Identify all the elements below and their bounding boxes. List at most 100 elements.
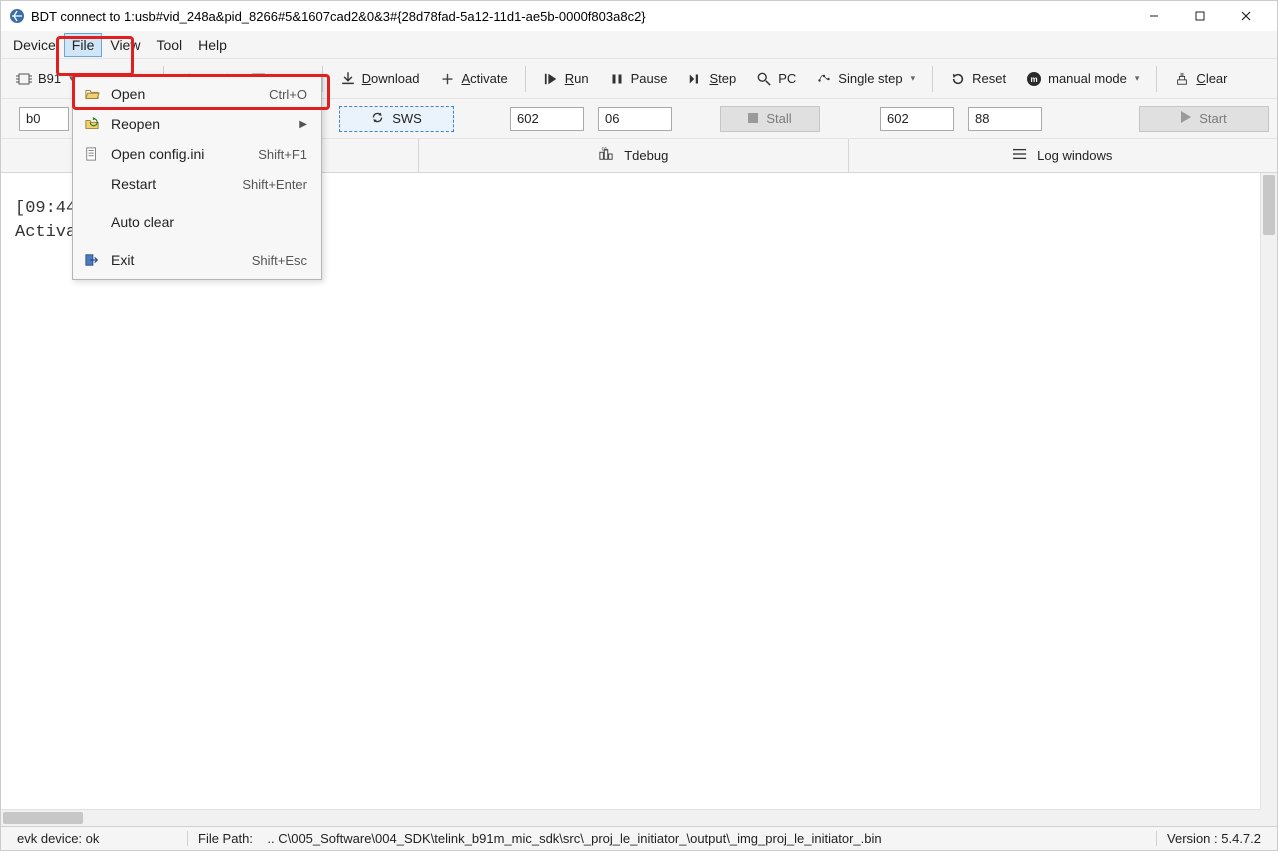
step-icon bbox=[687, 71, 703, 87]
addr1-input[interactable] bbox=[19, 107, 69, 131]
menu-file[interactable]: File bbox=[64, 33, 103, 57]
field4-input[interactable] bbox=[968, 107, 1042, 131]
open-config-label: Open config.ini bbox=[111, 146, 248, 162]
tdebug-label: Tdebug bbox=[624, 148, 668, 163]
menu-help[interactable]: Help bbox=[190, 33, 235, 57]
close-button[interactable] bbox=[1223, 1, 1269, 31]
folder-open-icon bbox=[83, 85, 101, 103]
config-icon bbox=[83, 145, 101, 163]
step-button[interactable]: Step bbox=[678, 66, 745, 92]
clear-button[interactable]: Clear bbox=[1165, 66, 1236, 92]
menu-open-config[interactable]: Open config.ini Shift+F1 bbox=[73, 139, 321, 169]
menu-open[interactable]: Open Ctrl+O bbox=[73, 79, 321, 109]
status-filepath: File Path: .. C\005_Software\004_SDK\tel… bbox=[187, 831, 1157, 846]
chevron-down-icon: ▾ bbox=[911, 73, 916, 84]
tab-log[interactable]: Log windows bbox=[849, 139, 1278, 172]
restart-accel: Shift+Enter bbox=[242, 177, 307, 192]
autoclear-label: Auto clear bbox=[111, 214, 307, 230]
stall-label: Stall bbox=[766, 111, 791, 126]
menu-tool[interactable]: Tool bbox=[148, 33, 190, 57]
pause-button[interactable]: Pause bbox=[600, 66, 677, 92]
sws-button[interactable]: SWS bbox=[339, 106, 454, 132]
titlebar: BDT connect to 1:usb#vid_248a&pid_8266#5… bbox=[1, 1, 1277, 31]
exit-label: Exit bbox=[111, 252, 242, 268]
submenu-arrow-icon: ▶ bbox=[299, 119, 307, 130]
menu-auto-clear[interactable]: Auto clear bbox=[73, 207, 321, 237]
open-config-accel: Shift+F1 bbox=[258, 147, 307, 162]
menu-exit[interactable]: Exit Shift+Esc bbox=[73, 245, 321, 275]
mode-label: manual mode bbox=[1048, 71, 1127, 86]
blank-icon bbox=[83, 175, 101, 193]
pause-label: Pause bbox=[631, 71, 668, 86]
pause-icon bbox=[609, 71, 625, 87]
blank-icon bbox=[83, 213, 101, 231]
activate-icon: ＋ bbox=[439, 71, 455, 87]
scrollbar-thumb[interactable] bbox=[3, 812, 83, 824]
step-label: Step bbox=[709, 71, 736, 86]
mode-selector[interactable]: m manual mode ▾ bbox=[1017, 66, 1148, 92]
run-button[interactable]: Run bbox=[534, 66, 598, 92]
pc-button[interactable]: PC bbox=[747, 66, 805, 92]
reset-button[interactable]: Reset bbox=[941, 66, 1015, 92]
file-menu: Open Ctrl+O Reopen ▶ Open config.ini Shi… bbox=[72, 74, 322, 280]
restart-label: Restart bbox=[111, 176, 232, 192]
reset-icon bbox=[950, 71, 966, 87]
reopen-label: Reopen bbox=[111, 116, 289, 132]
play-icon bbox=[1181, 111, 1191, 126]
list-icon bbox=[1013, 147, 1027, 164]
activate-label: Activate bbox=[461, 71, 507, 86]
pc-label: PC bbox=[778, 71, 796, 86]
menu-view[interactable]: View bbox=[102, 33, 148, 57]
maximize-button[interactable] bbox=[1177, 1, 1223, 31]
run-label: Run bbox=[565, 71, 589, 86]
refresh-icon bbox=[371, 111, 384, 127]
open-label: Open bbox=[111, 86, 259, 102]
toolbar-sep-4 bbox=[932, 66, 933, 92]
mode-icon: m bbox=[1026, 71, 1042, 87]
menu-restart[interactable]: Restart Shift+Enter bbox=[73, 169, 321, 199]
singlestep-button[interactable]: Single step ▾ bbox=[807, 66, 924, 92]
status-device: evk device: ok bbox=[7, 831, 187, 846]
log-label: Log windows bbox=[1037, 148, 1112, 163]
field2-input[interactable] bbox=[598, 107, 672, 131]
chip-icon bbox=[16, 71, 32, 87]
window-title: BDT connect to 1:usb#vid_248a&pid_8266#5… bbox=[31, 9, 1131, 24]
svg-text:m: m bbox=[1031, 75, 1038, 84]
horizontal-scrollbar[interactable] bbox=[1, 809, 1260, 826]
status-version: Version : 5.4.7.2 bbox=[1157, 831, 1271, 846]
run-icon bbox=[543, 71, 559, 87]
reset-label: Reset bbox=[972, 71, 1006, 86]
clear-label: Clear bbox=[1196, 71, 1227, 86]
svg-text:01: 01 bbox=[602, 147, 608, 153]
menu-reopen[interactable]: Reopen ▶ bbox=[73, 109, 321, 139]
vertical-scrollbar[interactable] bbox=[1260, 173, 1277, 826]
stop-icon bbox=[748, 111, 758, 126]
search-icon bbox=[756, 71, 772, 87]
filepath-value: .. C\005_Software\004_SDK\telink_b91m_mi… bbox=[267, 831, 881, 846]
reopen-icon bbox=[83, 115, 101, 133]
app-icon bbox=[9, 8, 25, 24]
debug-icon: 01 bbox=[598, 147, 614, 164]
filepath-label: File Path: bbox=[198, 831, 253, 846]
minimize-button[interactable] bbox=[1131, 1, 1177, 31]
sws-label: SWS bbox=[392, 111, 422, 126]
chip-selector-label: B91 bbox=[38, 71, 61, 86]
field1-input[interactable] bbox=[510, 107, 584, 131]
stall-button[interactable]: Stall bbox=[720, 106, 820, 132]
exit-icon bbox=[83, 251, 101, 269]
chevron-down-icon: ▾ bbox=[1135, 73, 1140, 84]
menu-device[interactable]: Device bbox=[5, 33, 64, 57]
scrollbar-thumb[interactable] bbox=[1263, 175, 1275, 235]
start-button[interactable]: Start bbox=[1139, 106, 1269, 132]
download-button[interactable]: Download bbox=[331, 66, 429, 92]
toolbar-sep-3 bbox=[525, 66, 526, 92]
download-label: Download bbox=[362, 71, 420, 86]
download-icon bbox=[340, 71, 356, 87]
open-accel: Ctrl+O bbox=[269, 87, 307, 102]
tab-tdebug[interactable]: 01 Tdebug bbox=[419, 139, 849, 172]
activate-button[interactable]: ＋ Activate bbox=[430, 66, 516, 92]
singlestep-label: Single step bbox=[838, 71, 902, 86]
field3-input[interactable] bbox=[880, 107, 954, 131]
toolbar-sep-5 bbox=[1156, 66, 1157, 92]
menubar: Device File View Tool Help bbox=[1, 31, 1277, 59]
